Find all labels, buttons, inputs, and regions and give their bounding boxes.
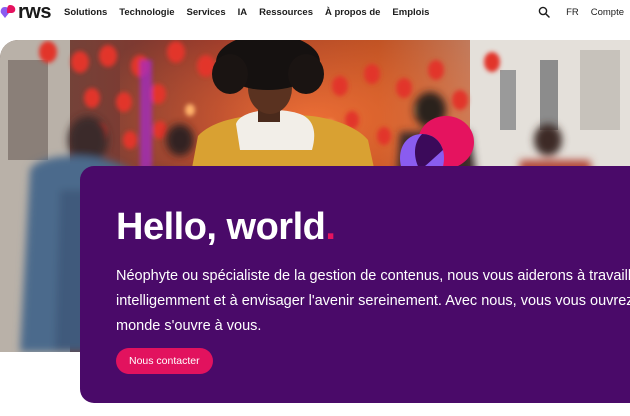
- contact-us-button[interactable]: Nous contacter: [116, 348, 213, 374]
- rws-logo-mark-icon: [0, 5, 16, 18]
- menu-item-technologie[interactable]: Technologie: [119, 7, 174, 18]
- brand-logo[interactable]: rws: [0, 2, 51, 22]
- top-nav: rws Solutions Technologie Services IA Re…: [0, 0, 630, 26]
- main-menu: Solutions Technologie Services IA Ressou…: [64, 7, 441, 18]
- hero-description: Néophyte ou spécialiste de la gestion de…: [116, 264, 630, 339]
- hero-headline-text: Hello, world: [116, 206, 326, 248]
- menu-item-services[interactable]: Services: [187, 7, 226, 18]
- menu-item-a-propos[interactable]: À propos de: [325, 7, 380, 18]
- headline-accent-dot: .: [325, 206, 336, 248]
- hero-card: Hello, world. Néophyte ou spécialiste de…: [80, 166, 630, 403]
- hero-description-line: intelligemment et à envisager l'avenir s…: [116, 293, 630, 309]
- menu-item-ressources[interactable]: Ressources: [259, 7, 313, 18]
- hero-description-line: Néophyte ou spécialiste de la gestion de…: [116, 268, 630, 284]
- brand-name: rws: [18, 1, 51, 23]
- menu-item-emplois[interactable]: Emplois: [392, 7, 429, 18]
- menu-item-ia[interactable]: IA: [238, 7, 248, 18]
- hero-headline: Hello, world.: [116, 206, 336, 249]
- nav-utilities: FR Compte: [538, 6, 624, 18]
- menu-item-solutions[interactable]: Solutions: [64, 7, 107, 18]
- account-link[interactable]: Compte: [591, 7, 624, 18]
- hero-description-line: monde s'ouvre à vous.: [116, 318, 262, 334]
- search-icon[interactable]: [538, 6, 550, 18]
- language-selector[interactable]: FR: [566, 7, 579, 18]
